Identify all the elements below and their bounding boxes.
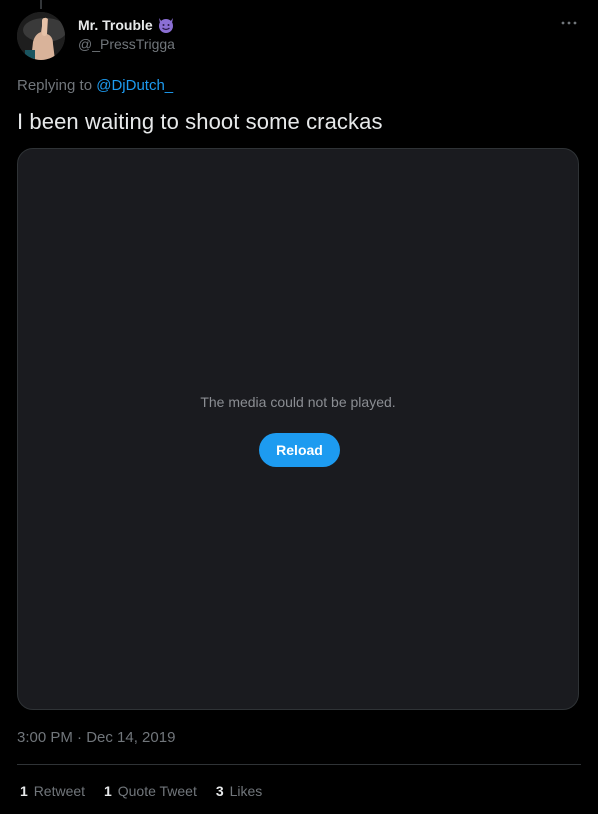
- avatar[interactable]: [17, 12, 65, 60]
- more-dots-icon: [561, 21, 577, 25]
- quote-tweet-label: Quote Tweet: [117, 783, 197, 799]
- retweets-stat[interactable]: 1 Retweet: [20, 783, 85, 799]
- more-options-button[interactable]: [558, 12, 580, 34]
- engagement-stats: 1 Retweet 1 Quote Tweet 3 Likes: [20, 783, 262, 799]
- user-handle[interactable]: @_PressTrigga: [78, 36, 175, 52]
- tweet: Mr. Trouble @_PressTrigga Replying to @D: [0, 0, 598, 814]
- like-label: Likes: [229, 783, 263, 799]
- tweet-text: I been waiting to shoot some crackas: [17, 109, 383, 134]
- tweet-timestamp[interactable]: 3:00 PM · Dec 14, 2019: [17, 729, 175, 746]
- quote-tweet-count: 1: [104, 783, 112, 799]
- replying-prefix: Replying to: [17, 77, 93, 94]
- avatar-image: [17, 12, 65, 60]
- like-count: 3: [215, 783, 224, 799]
- reload-button[interactable]: Reload: [259, 433, 340, 467]
- thread-connector-line: [40, 0, 42, 9]
- smiling-devil-icon: [157, 16, 175, 34]
- likes-stat[interactable]: 3 Likes: [216, 783, 262, 799]
- quote-tweets-stat[interactable]: 1 Quote Tweet: [104, 783, 197, 799]
- retweet-count: 1: [20, 783, 28, 799]
- media-player[interactable]: The media could not be played. Reload: [17, 148, 579, 710]
- replying-to: Replying to @DjDutch_: [17, 77, 173, 94]
- divider: [17, 764, 581, 765]
- display-name[interactable]: Mr. Trouble: [78, 17, 153, 33]
- author-info: Mr. Trouble @_PressTrigga: [78, 15, 175, 52]
- media-error-message: The media could not be played.: [200, 394, 396, 410]
- retweet-label: Retweet: [33, 783, 86, 799]
- reply-mention-link[interactable]: @DjDutch_: [96, 77, 173, 94]
